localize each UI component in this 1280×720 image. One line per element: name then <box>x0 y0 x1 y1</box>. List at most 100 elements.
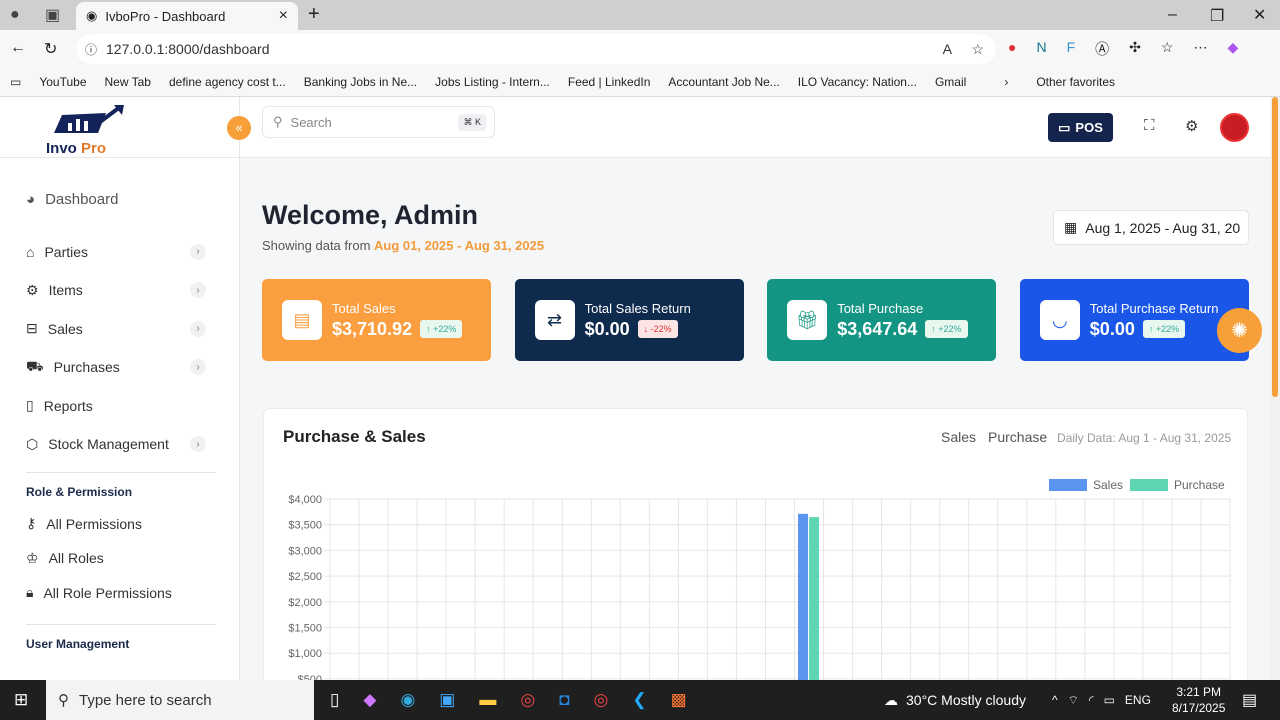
stat-value: $3,710.92 <box>332 318 413 339</box>
sidebar-item-label: All Permissions <box>46 515 142 532</box>
bookmark-item[interactable]: Accountant Job Ne... <box>668 75 779 89</box>
sidebar-item-label: Reports <box>43 397 93 414</box>
extension-f-icon[interactable]: F <box>1067 39 1076 59</box>
restore-button[interactable]: ❐ <box>1210 6 1224 26</box>
search-input[interactable]: ⚲ Search ⌘ K <box>262 106 495 138</box>
close-tab-icon[interactable]: × <box>279 7 288 25</box>
copilot-app-icon[interactable]: ◆ <box>363 690 376 710</box>
tab-actions-icon[interactable]: ▣ <box>45 5 60 25</box>
sidebar-item-role[interactable]: ⚷ All Permissions <box>26 507 206 542</box>
more-icon[interactable]: ⋯ <box>1193 39 1207 59</box>
y-tick-label: $3,000 <box>288 545 322 557</box>
section-heading: Role & Permission <box>26 484 133 499</box>
language-indicator[interactable]: ENG <box>1125 693 1151 707</box>
y-tick-label: $1,500 <box>288 623 322 635</box>
chevron-right-icon: › <box>190 359 206 376</box>
sidebar-item-stock-management[interactable]: ⬡ Stock Management › <box>26 425 206 464</box>
weather-text[interactable]: 30°C Mostly cloudy <box>906 692 1026 708</box>
favorites-icon[interactable]: ☆ <box>1161 39 1174 59</box>
outlook-icon[interactable]: ◘ <box>559 690 569 710</box>
pos-button[interactable]: ▭ POS <box>1048 113 1113 142</box>
clock[interactable]: 3:21 PM 8/17/2025 <box>1172 684 1225 716</box>
bookmark-item[interactable]: New Tab <box>105 75 151 89</box>
windows-start-icon[interactable]: ⊞ <box>14 690 28 710</box>
read-aloud-icon[interactable]: A <box>943 41 952 57</box>
bookmark-item[interactable]: ILO Vacancy: Nation... <box>798 75 917 89</box>
sidebar-item-items[interactable]: ⚙ Items › <box>26 271 206 310</box>
url-input[interactable]: ⓘ 127.0.0.1:8000/dashboard A ☆ <box>76 34 996 64</box>
bookmarks-more-icon[interactable]: › <box>1004 75 1008 89</box>
back-icon[interactable]: ← <box>10 39 26 57</box>
stat-value: $3,647.64 <box>837 318 918 339</box>
sidebar-item-role[interactable]: ♔ All Roles <box>26 541 206 576</box>
sidebar-item-sales[interactable]: ⊟ Sales › <box>26 310 206 349</box>
xampp-icon[interactable]: ▩ <box>671 690 687 710</box>
gear-icon: ✺ <box>1231 320 1248 342</box>
stat-card[interactable]: ⇄ Total Sales Return $0.00 ↓ -22% <box>514 279 744 361</box>
bookmark-item[interactable]: Jobs Listing - Intern... <box>435 75 550 89</box>
date-range-text: Showing data from Aug 01, 2025 - Aug 31,… <box>262 238 545 253</box>
bookmark-item[interactable]: Gmail <box>935 75 966 89</box>
bookmark-item[interactable]: Feed | LinkedIn <box>568 75 651 89</box>
scroll-thumb[interactable] <box>1272 97 1278 397</box>
settings-icon[interactable]: ⚙ <box>1185 117 1198 135</box>
collapse-sidebar-button[interactable]: « <box>227 116 251 140</box>
dashboard-icon: ◕ <box>26 190 36 208</box>
sidebar-item-parties[interactable]: ⌂ Parties › <box>26 233 206 272</box>
profile-icon[interactable]: ● <box>10 6 20 24</box>
notifications-icon[interactable]: ▤ <box>1242 690 1257 710</box>
browser-tab[interactable]: ◉ IvboPro - Dashboard × <box>76 2 298 30</box>
copilot-icon[interactable]: ◆ <box>1227 39 1238 59</box>
new-tab-button[interactable]: + <box>308 3 320 26</box>
bar-sales <box>798 513 809 680</box>
avatar[interactable] <box>1220 113 1249 142</box>
close-window-button[interactable]: ✕ <box>1253 5 1266 25</box>
stat-card[interactable]: ▤ Total Sales $3,710.92 ↑ +22% <box>262 279 491 361</box>
extension-n-icon[interactable]: N <box>1036 39 1046 59</box>
wifi-icon[interactable]: ◜ <box>1089 693 1094 707</box>
other-favorites[interactable]: Other favorites <box>1036 75 1115 89</box>
reload-icon[interactable]: ↻ <box>44 39 57 59</box>
stat-card[interactable]: 🎁︎ Total Purchase $3,647.64 ↑ +22% <box>767 279 997 361</box>
chrome-icon-2[interactable]: ◎ <box>593 690 608 710</box>
bookmark-item[interactable]: define agency cost t... <box>169 75 286 89</box>
tray-chevron-icon[interactable]: ^ <box>1052 693 1058 707</box>
y-tick-label: $4,000 <box>288 494 322 506</box>
date-range-picker[interactable]: ▦ Aug 1, 2025 - Aug 31, 20 <box>1053 210 1249 245</box>
logo: Invo Pro <box>0 97 239 158</box>
minimize-button[interactable]: – <box>1168 6 1177 24</box>
purchase-sales-chart-card: Purchase & Sales Sales Purchase Daily Da… <box>263 408 1248 680</box>
legend-label: Purchase <box>1174 478 1225 492</box>
divider <box>26 624 216 625</box>
extension-a-icon[interactable]: Ⓐ <box>1095 39 1109 59</box>
tab-title: IvboPro - Dashboard <box>105 8 226 24</box>
bookmark-toggle-icon[interactable]: ▭ <box>10 75 21 89</box>
extension-icon[interactable]: ● <box>1008 39 1016 59</box>
favorite-star-icon[interactable]: ☆ <box>971 41 984 58</box>
page-scrollbar[interactable] <box>1270 97 1280 680</box>
sidebar-item-purchases[interactable]: ⛟ Purchases › <box>26 348 206 387</box>
edge-icon[interactable]: ◉ <box>400 690 415 710</box>
sidebar-item-role[interactable]: 🔒︎ All Role Permissions <box>26 576 206 611</box>
vscode-icon[interactable]: ❮ <box>632 690 646 710</box>
fullscreen-icon[interactable]: ⛶ <box>1144 117 1155 134</box>
bookmarks-bar: ▭ YouTube New Tab define agency cost t... Ba… <box>0 68 1280 97</box>
extensions-icon[interactable]: ✣ <box>1129 39 1141 59</box>
shortcut-hint: ⌘ K <box>458 113 486 131</box>
clock-date: 8/17/2025 <box>1172 701 1226 715</box>
stat-card[interactable]: ◡ Total Purchase Return $0.00 ↑ +22% <box>1019 279 1249 361</box>
store-icon[interactable]: ▣ <box>439 690 455 710</box>
settings-fab[interactable]: ✺ <box>1217 308 1262 353</box>
address-bar-row: ← ↻ ⓘ 127.0.0.1:8000/dashboard A ☆ ● N F Ⓐ ✣ ☆ ⋯… <box>0 30 1280 68</box>
chrome-icon[interactable]: ◎ <box>520 690 535 710</box>
bookmark-item[interactable]: Banking Jobs in Ne... <box>304 75 417 89</box>
clock-time: 3:21 PM <box>1176 685 1222 699</box>
sidebar-item-reports[interactable]: ▯ Reports <box>26 387 206 426</box>
network-icon[interactable]: ⌔ <box>1068 693 1079 708</box>
battery-icon[interactable]: ▭ <box>1104 693 1115 707</box>
taskbar-search[interactable]: ⚲ Type here to search <box>46 680 314 720</box>
file-explorer-icon[interactable]: ▬ <box>479 690 496 710</box>
task-view-icon[interactable]: ▯ <box>330 690 339 710</box>
bookmark-item[interactable]: YouTube <box>39 75 86 89</box>
sidebar-item-dashboard[interactable]: ◕ Dashboard <box>26 180 206 219</box>
